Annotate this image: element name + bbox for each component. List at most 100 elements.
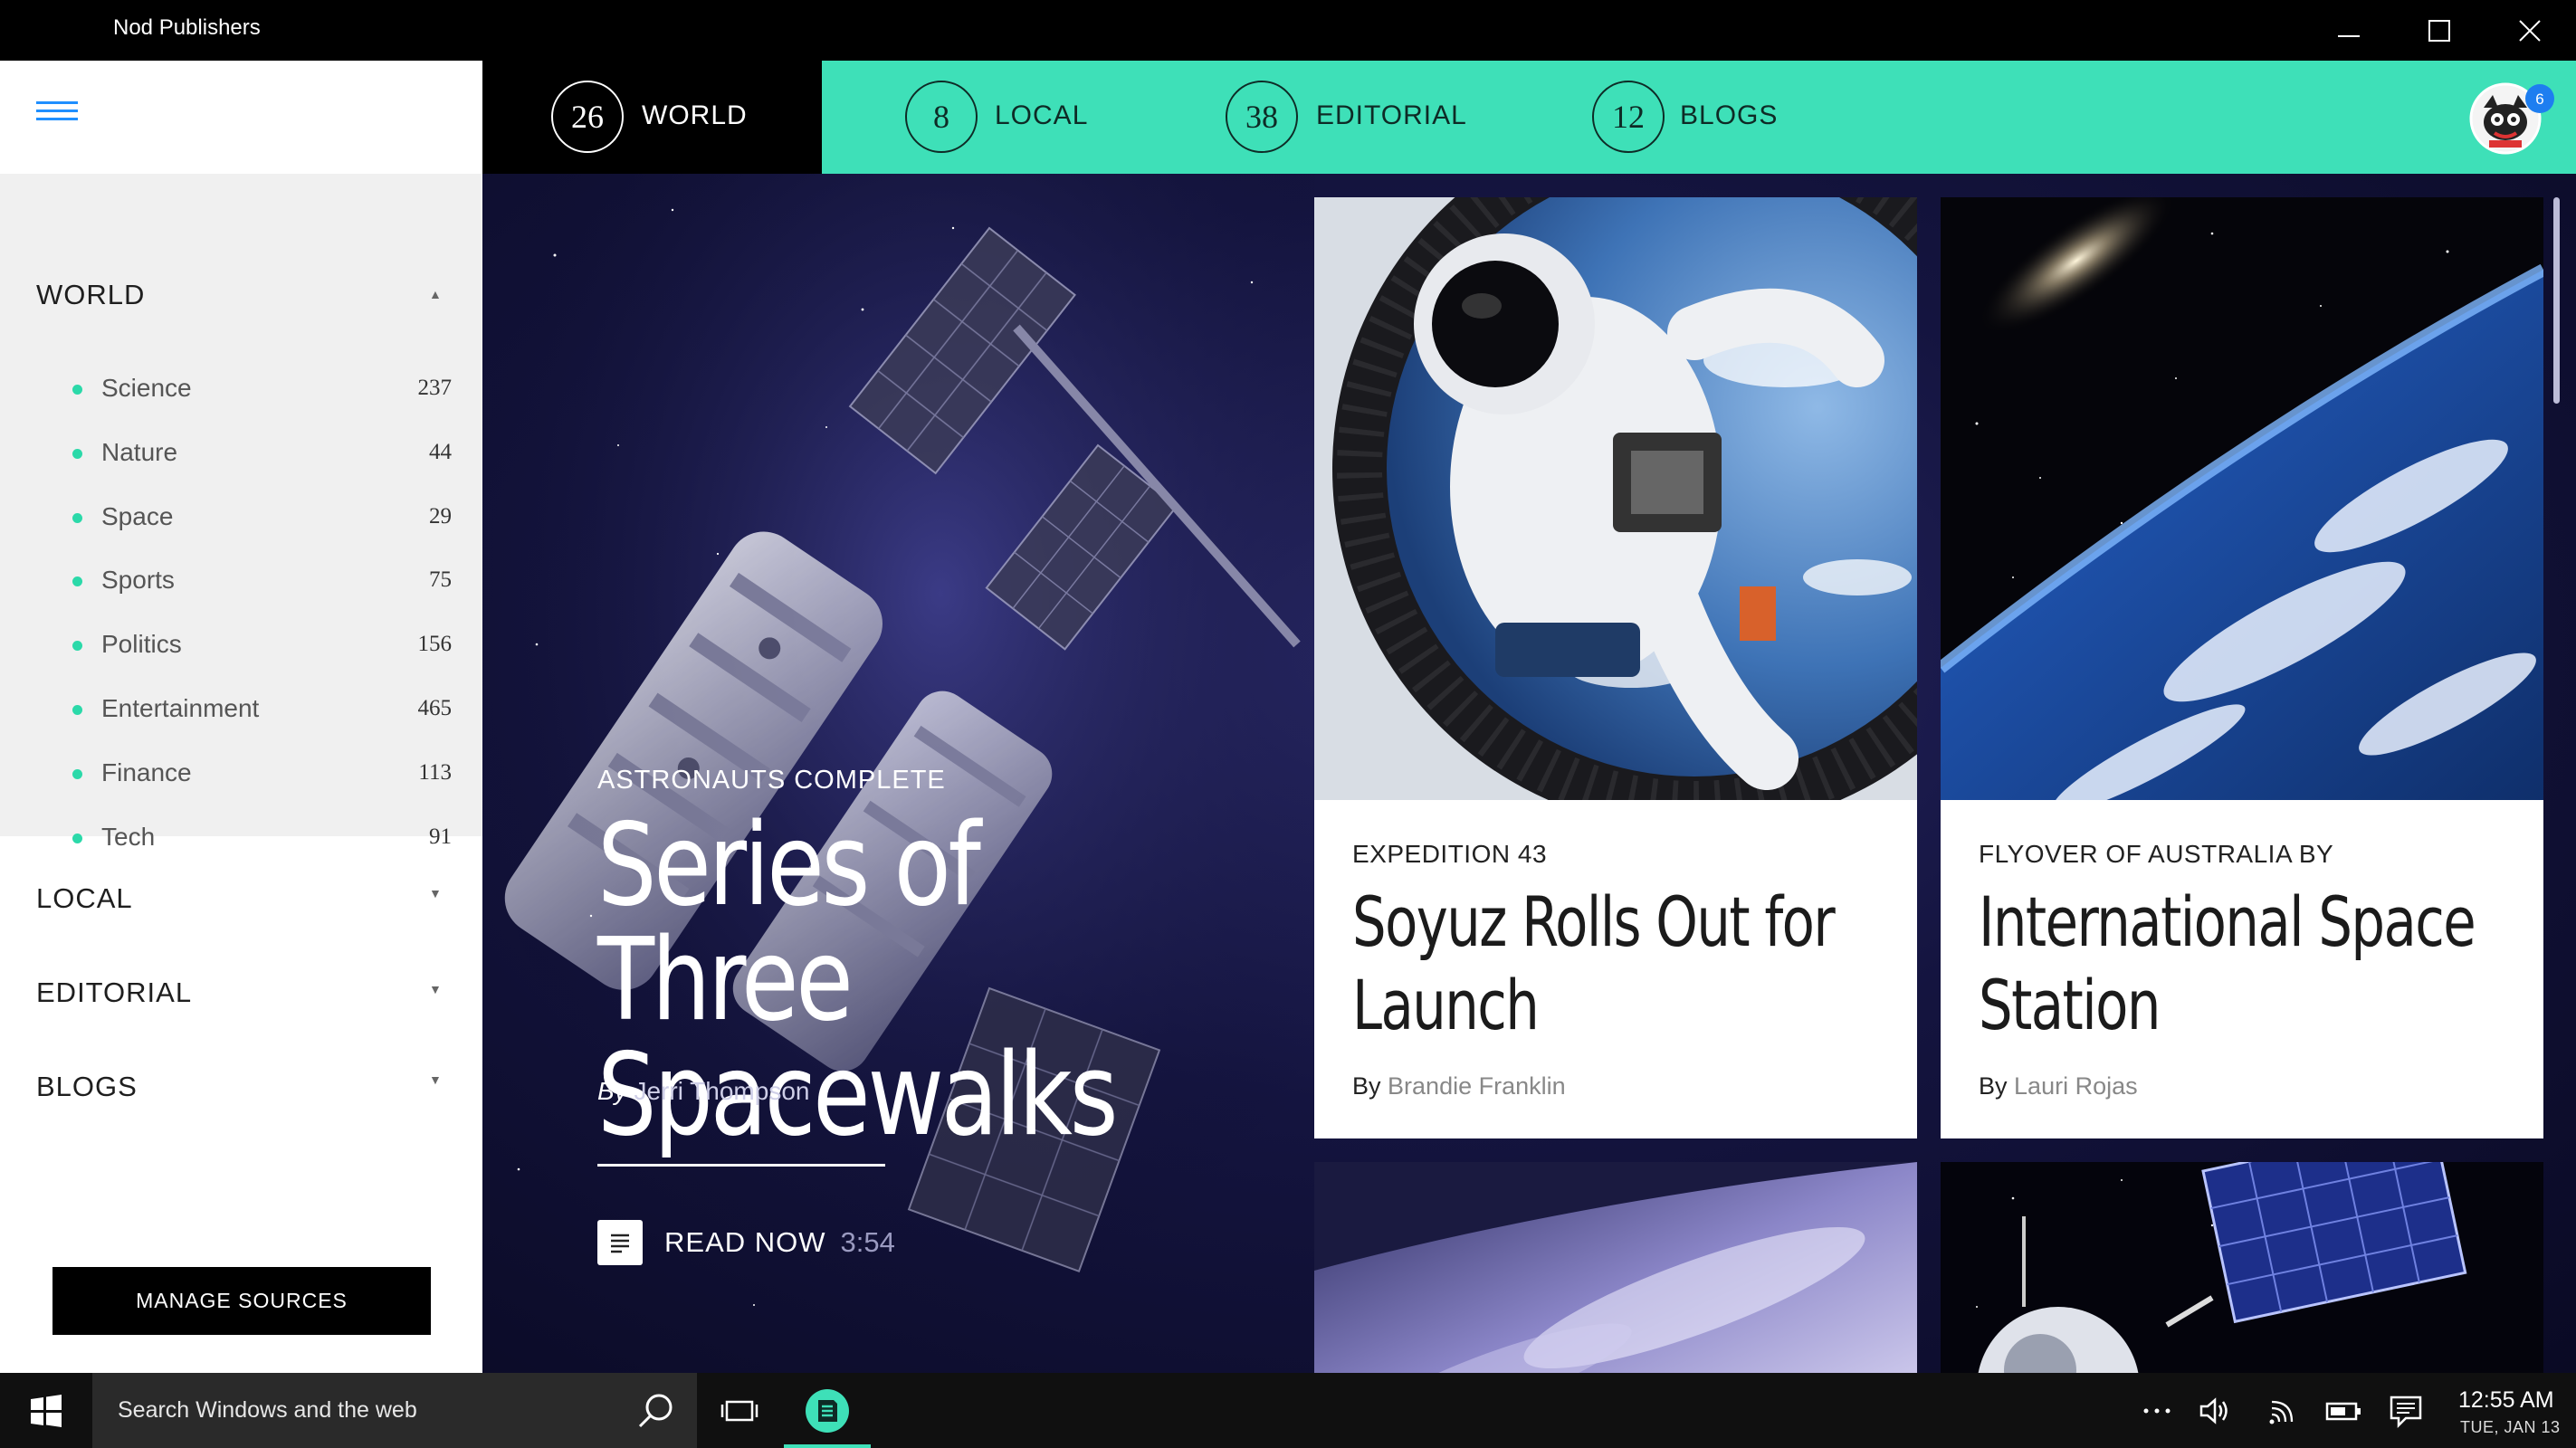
card-author[interactable]: Lauri Rojas xyxy=(2014,1072,2138,1100)
hero-byline: By Jerri Thompson xyxy=(597,1077,809,1106)
card-author[interactable]: Brandie Franklin xyxy=(1388,1072,1566,1100)
article-card[interactable] xyxy=(1941,1162,2543,1373)
battery-icon[interactable] xyxy=(2324,1393,2364,1429)
sidebar-item-count: 44 xyxy=(429,440,452,464)
bullet-dot-icon xyxy=(72,513,82,523)
sidebar-item-label: Politics xyxy=(101,630,182,658)
sidebar-item-label: Nature xyxy=(101,438,178,466)
hamburger-menu-button[interactable] xyxy=(36,101,78,130)
search-icon[interactable] xyxy=(635,1391,675,1431)
tab-count-badge: 26 xyxy=(551,81,624,153)
sidebar-section-local[interactable]: LOCAL xyxy=(36,882,133,915)
tab-local[interactable]: 8 LOCAL xyxy=(905,61,1177,174)
avatar[interactable]: 6 xyxy=(2467,81,2562,157)
search-input[interactable]: Search Windows and the web xyxy=(92,1373,697,1448)
bullet-dot-icon xyxy=(72,449,82,459)
windows-start-icon xyxy=(31,1394,62,1427)
nod-app-taskbar-button[interactable] xyxy=(784,1373,871,1448)
tab-editorial[interactable]: 38 EDITORIAL xyxy=(1226,61,1551,174)
sidebar-section-label: LOCAL xyxy=(36,882,133,914)
bullet-dot-icon xyxy=(72,834,82,843)
article-image-satellite xyxy=(1941,1162,2543,1373)
notification-count: 6 xyxy=(2535,90,2543,108)
bullet-dot-icon xyxy=(72,769,82,779)
article-icon xyxy=(597,1220,643,1265)
chevron-down-icon[interactable]: ▼ xyxy=(429,1072,442,1087)
card-byline: By Lauri Rojas xyxy=(1979,1072,2138,1100)
article-card[interactable]: FLYOVER OF AUSTRALIA BY International Sp… xyxy=(1941,197,2543,1138)
read-time: 3:54 xyxy=(840,1226,895,1258)
bullet-dot-icon xyxy=(72,385,82,395)
article-card[interactable] xyxy=(1314,1162,1917,1373)
chevron-down-icon[interactable]: ▼ xyxy=(429,982,442,996)
maximize-button[interactable] xyxy=(2394,0,2485,61)
sidebar-section-blogs[interactable]: BLOGS xyxy=(36,1071,138,1103)
sidebar-item-label: Tech xyxy=(101,823,156,851)
byline-prefix: By xyxy=(597,1077,627,1105)
card-byline: By Brandie Franklin xyxy=(1352,1072,1566,1100)
read-now-button[interactable]: READ NOW 3:54 xyxy=(597,1220,895,1265)
sidebar-item-tech[interactable]: Tech 91 xyxy=(0,815,482,861)
hero-kicker: ASTRONAUTS COMPLETE xyxy=(597,766,946,795)
tab-label: WORLD xyxy=(642,100,748,130)
start-button[interactable] xyxy=(0,1373,92,1448)
sidebar-section-editorial[interactable]: EDITORIAL xyxy=(36,976,192,1009)
sidebar-item-entertainment[interactable]: Entertainment 465 xyxy=(0,687,482,732)
chevron-up-icon[interactable]: ▲ xyxy=(429,287,442,301)
title-bar: Nod Publishers xyxy=(0,0,2576,61)
sidebar: WORLD ▲ Science 237 Nature 44 Space 29 S… xyxy=(0,61,482,1373)
card-title[interactable]: Soyuz Rolls Out for Launch xyxy=(1352,881,1889,1047)
sidebar-item-count: 75 xyxy=(429,567,452,592)
sidebar-item-science[interactable]: Science 237 xyxy=(0,367,482,412)
more-icon[interactable] xyxy=(2141,1393,2173,1429)
manage-sources-button[interactable]: MANAGE SOURCES xyxy=(52,1267,431,1335)
bullet-dot-icon xyxy=(72,705,82,715)
sidebar-item-sports[interactable]: Sports 75 xyxy=(0,558,482,604)
sidebar-section-label: BLOGS xyxy=(36,1071,138,1102)
main-content: ASTRONAUTS COMPLETE Series of Three Spac… xyxy=(482,174,2576,1373)
article-image-earth xyxy=(1941,197,2543,800)
category-tabs: 26 WORLD 8 LOCAL 38 EDITORIAL 12 BLOGS 6 xyxy=(482,61,2576,174)
action-center-icon[interactable] xyxy=(2388,1393,2424,1429)
clock-date[interactable]: TUE, JAN 13 xyxy=(2460,1418,2561,1437)
sidebar-item-count: 465 xyxy=(417,696,453,720)
clock-time[interactable]: 12:55 AM xyxy=(2458,1387,2554,1414)
tab-count-badge: 12 xyxy=(1592,81,1665,153)
card-title[interactable]: International Space Station xyxy=(1979,881,2515,1047)
sidebar-item-finance[interactable]: Finance 113 xyxy=(0,751,482,796)
sidebar-item-count: 113 xyxy=(418,760,452,785)
hero-author[interactable]: Jerri Thompson xyxy=(634,1077,809,1105)
sidebar-item-label: Entertainment xyxy=(101,694,260,722)
card-kicker: EXPEDITION 43 xyxy=(1352,840,1548,868)
tab-label: BLOGS xyxy=(1680,100,1779,130)
sidebar-item-politics[interactable]: Politics 156 xyxy=(0,623,482,668)
divider xyxy=(597,1164,885,1167)
sidebar-item-label: Science xyxy=(101,374,192,402)
sidebar-section-world: WORLD ▲ Science 237 Nature 44 Space 29 S… xyxy=(0,174,482,851)
sidebar-item-space[interactable]: Space 29 xyxy=(0,495,482,540)
search-placeholder: Search Windows and the web xyxy=(118,1397,417,1423)
app-title: Nod Publishers xyxy=(113,15,261,40)
article-card[interactable]: EXPEDITION 43 Soyuz Rolls Out for Launch… xyxy=(1314,197,1917,1138)
read-now-label: READ NOW xyxy=(664,1226,826,1258)
sidebar-item-count: 156 xyxy=(417,632,453,656)
tab-world[interactable]: 26 WORLD xyxy=(482,61,822,174)
tab-label: LOCAL xyxy=(995,100,1089,130)
minimize-icon xyxy=(2338,34,2360,37)
minimize-button[interactable] xyxy=(2304,0,2394,61)
maximize-icon xyxy=(2428,19,2450,42)
task-view-icon[interactable] xyxy=(720,1391,759,1431)
volume-icon[interactable] xyxy=(2198,1393,2234,1429)
sidebar-item-nature[interactable]: Nature 44 xyxy=(0,431,482,476)
sidebar-section-world-header[interactable]: WORLD xyxy=(36,279,145,311)
chevron-down-icon[interactable]: ▼ xyxy=(429,886,442,900)
sidebar-item-label: Space xyxy=(101,502,174,530)
tab-count-badge: 8 xyxy=(905,81,978,153)
article-image-planet xyxy=(1314,1162,1917,1373)
wifi-icon[interactable] xyxy=(2265,1393,2297,1429)
close-button[interactable] xyxy=(2485,0,2575,61)
sidebar-item-label: Finance xyxy=(101,758,192,786)
tab-blogs[interactable]: 12 BLOGS xyxy=(1592,61,1864,174)
vertical-scrollbar[interactable] xyxy=(2553,197,2560,404)
sidebar-section-label: WORLD xyxy=(36,279,146,310)
